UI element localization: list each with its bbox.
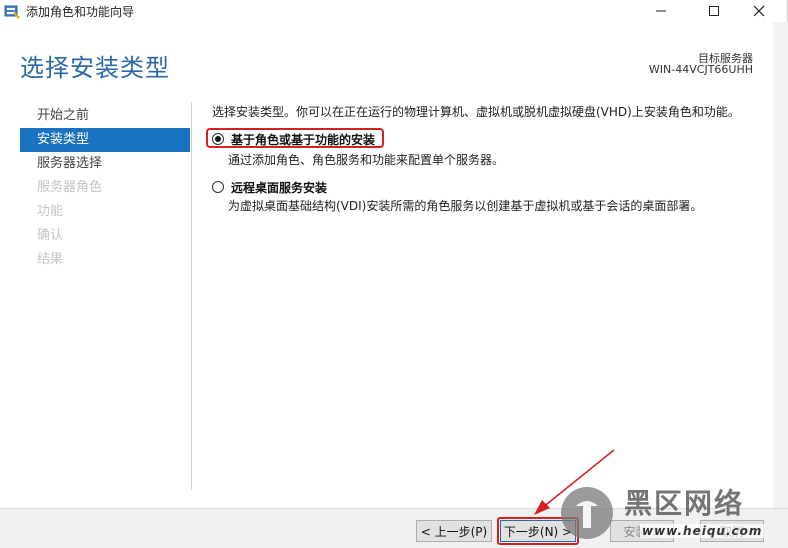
minimize-button[interactable] — [644, 0, 678, 22]
nav-item-results: 结果 — [37, 252, 64, 267]
maximize-button[interactable] — [697, 0, 731, 22]
close-icon — [753, 5, 765, 17]
role-based-radio[interactable] — [212, 133, 224, 145]
destination-server-name: WIN-44VCJT66UHH — [648, 63, 753, 76]
maximize-icon — [709, 6, 719, 16]
right-edge-track — [773, 22, 788, 508]
role-based-description: 通过添加角色、角色服务和功能来配置单个服务器。 — [228, 153, 505, 167]
nav-divider — [191, 102, 192, 490]
remote-desktop-label[interactable]: 远程桌面服务安装 — [231, 179, 327, 196]
nav-item-features: 功能 — [37, 204, 64, 219]
remote-desktop-radio[interactable] — [212, 181, 224, 193]
nav-item-server-roles: 服务器角色 — [37, 180, 103, 195]
watermark-name: 黑区网络 — [624, 487, 745, 520]
close-button[interactable] — [742, 0, 776, 22]
nav-item-server-selection[interactable]: 服务器选择 — [20, 152, 190, 176]
remote-desktop-description: 为虚拟桌面基础结构(VDI)安装所需的角色服务以创建基于虚拟机或基于会话的桌面部… — [228, 199, 703, 213]
content-intro: 选择安装类型。你可以在正在运行的物理计算机、虚拟机或脱机虚拟硬盘(VHD)上安装… — [212, 105, 740, 119]
watermark-url: www.heiqu.com — [640, 524, 765, 538]
minimize-icon — [656, 10, 666, 12]
role-based-label[interactable]: 基于角色或基于功能的安装 — [231, 131, 375, 148]
nav-item-before-you-begin[interactable]: 开始之前 — [20, 104, 190, 128]
watermark-logo-icon — [561, 487, 613, 539]
page-title: 选择安装类型 — [20, 54, 170, 82]
nav-item-installation-type[interactable]: 安装类型 — [20, 128, 190, 152]
previous-button[interactable]: < 上一步(P) — [416, 520, 492, 542]
nav-item-confirmation: 确认 — [37, 228, 64, 243]
server-manager-icon — [4, 5, 20, 19]
window-title: 添加角色和功能向导 — [26, 5, 135, 19]
title-bar: 添加角色和功能向导 — [0, 0, 788, 22]
wizard-window: 添加角色和功能向导 选择安装类型 目标服务器 WIN-44VCJT66UHH 开… — [0, 0, 788, 548]
